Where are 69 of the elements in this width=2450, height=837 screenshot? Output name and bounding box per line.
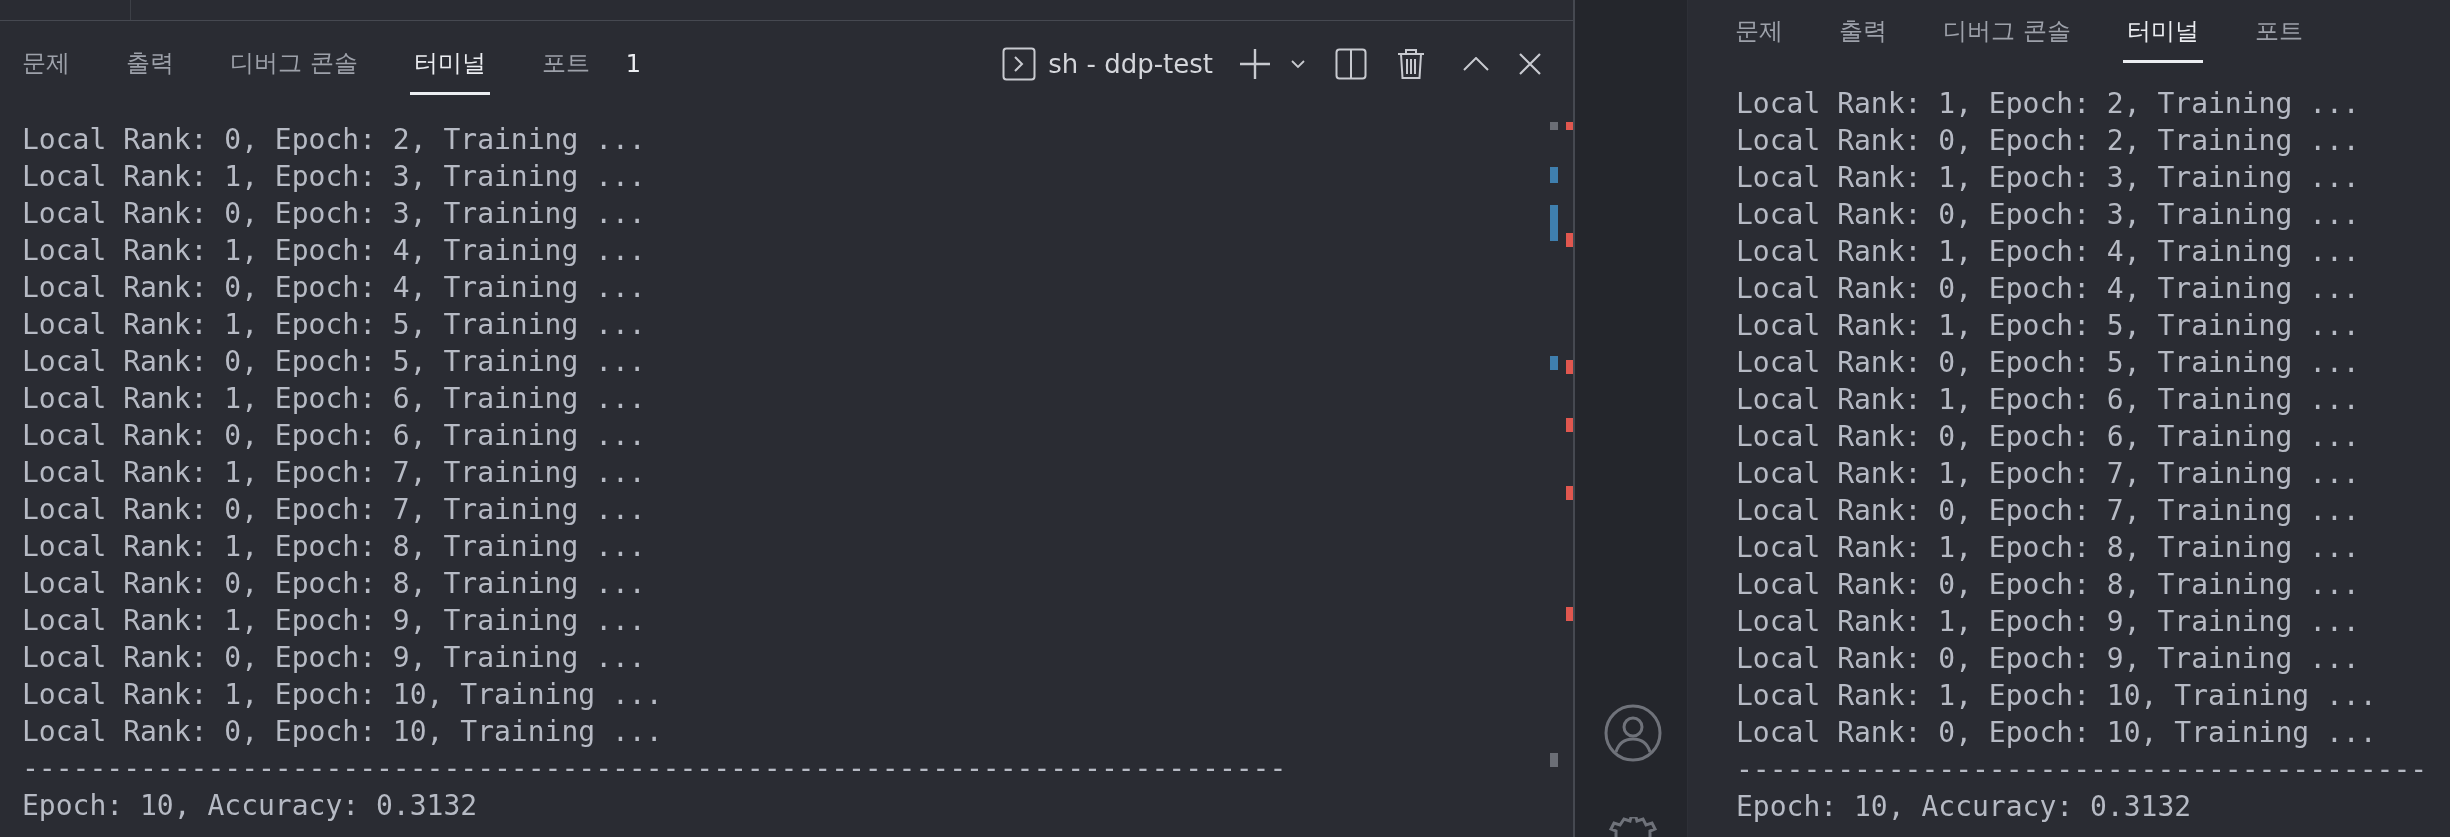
terminal-line: Local Rank: 1, Epoch: 9, Training ...	[22, 603, 646, 639]
new-terminal-button[interactable]	[1239, 48, 1271, 80]
terminal-line: Local Rank: 1, Epoch: 9, Training ...	[1736, 604, 2360, 640]
terminal-line: Local Rank: 0, Epoch: 10, Training ...	[22, 714, 663, 750]
terminal-line: Local Rank: 1, Epoch: 6, Training ...	[1736, 382, 2360, 418]
overview-ruler-mark	[1550, 356, 1558, 370]
terminal-icon	[1002, 47, 1037, 81]
overview-ruler-mark	[1550, 205, 1558, 241]
split-terminal-button[interactable]	[1335, 48, 1367, 80]
panel-tab[interactable]: 포트	[537, 33, 594, 95]
terminal-line: Local Rank: 1, Epoch: 5, Training ...	[1736, 308, 2360, 344]
terminal-line: Local Rank: 1, Epoch: 2, Training ...	[1736, 86, 2360, 122]
terminal-line: Local Rank: 1, Epoch: 10, Training ...	[22, 677, 663, 713]
terminal-line: Local Rank: 0, Epoch: 7, Training ...	[1736, 493, 2360, 529]
terminal-line: Local Rank: 1, Epoch: 10, Training ...	[1736, 678, 2377, 714]
terminal-line: Epoch: 10, Accuracy: 0.3132	[1736, 789, 2192, 825]
terminal-line: Local Rank: 1, Epoch: 5, Training ...	[22, 307, 646, 343]
dropdown-button[interactable]	[1291, 59, 1305, 69]
terminal-line: Local Rank: 1, Epoch: 8, Training ...	[1736, 530, 2360, 566]
terminal-line: Local Rank: 0, Epoch: 2, Training ...	[1736, 123, 2360, 159]
terminal-line: -----------------------------------------	[1736, 752, 2428, 788]
panel-tab[interactable]: 디버그 콘솔	[1939, 1, 2075, 63]
overview-ruler-mark	[1566, 233, 1573, 247]
panel-tab[interactable]: 출력	[1835, 1, 1891, 63]
terminal-line: Local Rank: 1, Epoch: 7, Training ...	[1736, 456, 2360, 492]
panel-tab[interactable]: 디버그 콘솔	[226, 33, 362, 95]
panel-tab[interactable]: 포트	[2250, 1, 2307, 63]
terminal-line: ---------------------------------------------------------------------------	[22, 751, 1287, 787]
terminal-line: Local Rank: 0, Epoch: 8, Training ...	[22, 566, 646, 602]
panel-tab[interactable]: 터미널	[409, 33, 490, 95]
overview-ruler-mark	[1566, 418, 1573, 432]
terminal-line: Local Rank: 1, Epoch: 4, Training ...	[1736, 234, 2360, 270]
account-icon[interactable]	[1604, 704, 1662, 762]
terminal-line: Local Rank: 0, Epoch: 9, Training ...	[22, 640, 646, 676]
terminal-line: Local Rank: 0, Epoch: 5, Training ...	[22, 344, 646, 380]
terminal-line: Local Rank: 1, Epoch: 3, Training ...	[22, 159, 646, 195]
terminal-line: Local Rank: 0, Epoch: 9, Training ...	[1736, 641, 2360, 677]
overview-ruler-mark	[1550, 167, 1558, 183]
overview-ruler-mark	[1550, 753, 1558, 767]
terminal-line: Local Rank: 1, Epoch: 7, Training ...	[22, 455, 646, 491]
terminal-line: Local Rank: 1, Epoch: 4, Training ...	[22, 233, 646, 269]
terminal-line: Local Rank: 0, Epoch: 4, Training ...	[1736, 271, 2360, 307]
terminal-line: Local Rank: 0, Epoch: 10, Training ...	[1736, 715, 2377, 751]
trash-button[interactable]	[1397, 48, 1425, 80]
panel-tab[interactable]: 문제	[18, 33, 74, 95]
terminal-line: Local Rank: 0, Epoch: 5, Training ...	[1736, 345, 2360, 381]
terminal-line: Local Rank: 0, Epoch: 6, Training ...	[1736, 419, 2360, 455]
terminal-line: Epoch: 10, Accuracy: 0.3132	[22, 788, 478, 824]
panel-tab[interactable]: 터미널	[2122, 1, 2203, 63]
panel-tab[interactable]: 문제	[1731, 1, 1787, 63]
overview-ruler-mark	[1566, 607, 1573, 621]
terminal-line: Local Rank: 1, Epoch: 3, Training ...	[1736, 160, 2360, 196]
maximize-panel-button[interactable]	[1463, 57, 1489, 71]
terminal-line: Local Rank: 1, Epoch: 6, Training ...	[22, 381, 646, 417]
terminal-line: Local Rank: 0, Epoch: 2, Training ...	[22, 122, 646, 158]
close-button[interactable]	[1519, 53, 1541, 75]
terminal-line: Local Rank: 0, Epoch: 4, Training ...	[22, 270, 646, 306]
port-count: 1	[625, 50, 641, 78]
panel-tab[interactable]: 출력	[122, 33, 178, 95]
overview-ruler-mark	[1566, 360, 1573, 374]
terminal-line: Local Rank: 1, Epoch: 8, Training ...	[22, 529, 646, 565]
overview-ruler-mark	[1566, 486, 1573, 500]
terminal-selector[interactable]: sh - ddp-test	[1002, 47, 1213, 81]
terminal-line: Local Rank: 0, Epoch: 7, Training ...	[22, 492, 646, 528]
terminal-line: Local Rank: 0, Epoch: 6, Training ...	[22, 418, 646, 454]
terminal-line: Local Rank: 0, Epoch: 3, Training ...	[1736, 197, 2360, 233]
gear-icon[interactable]	[1608, 817, 1658, 837]
terminal-line: Local Rank: 0, Epoch: 8, Training ...	[1736, 567, 2360, 603]
terminal-line: Local Rank: 0, Epoch: 3, Training ...	[22, 196, 646, 232]
